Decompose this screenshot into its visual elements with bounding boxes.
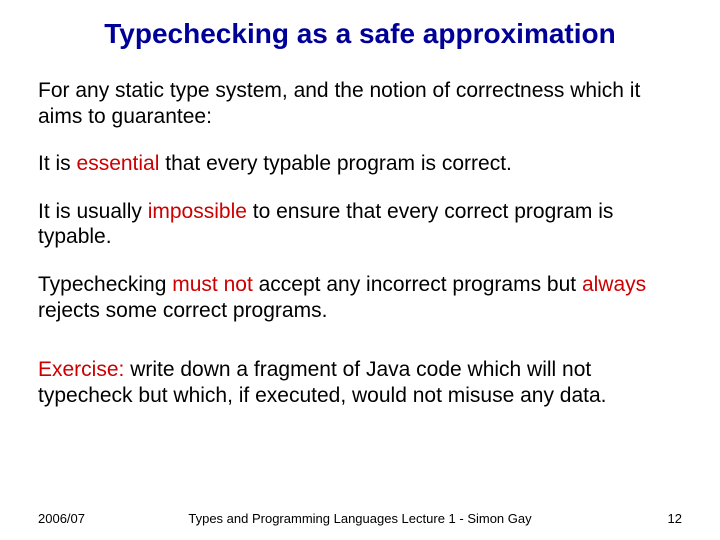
paragraph-essential: It is essential that every typable progr… [38, 151, 682, 177]
text: It is [38, 152, 77, 175]
footer-title: Types and Programming Languages Lecture … [38, 511, 682, 526]
emphasis-impossible: impossible [148, 200, 247, 223]
footer-page-number: 12 [668, 511, 682, 526]
text: Typechecking [38, 273, 172, 296]
slide-title: Typechecking as a safe approximation [0, 18, 720, 50]
text: rejects some correct programs. [38, 299, 327, 322]
text: It is usually [38, 200, 148, 223]
paragraph-mustnot: Typechecking must not accept any incorre… [38, 272, 682, 323]
slide: Typechecking as a safe approximation For… [0, 0, 720, 540]
paragraph-exercise: Exercise: write down a fragment of Java … [38, 357, 682, 408]
text: that every typable program is correct. [159, 152, 511, 175]
text: write down a fragment of Java code which… [38, 358, 607, 407]
emphasis-essential: essential [77, 152, 160, 175]
slide-body: For any static type system, and the noti… [38, 78, 682, 430]
text: For any static type system, and the noti… [38, 79, 640, 128]
emphasis-mustnot: must not [172, 273, 253, 296]
text: accept any incorrect programs but [253, 273, 582, 296]
emphasis-always: always [582, 273, 646, 296]
paragraph-intro: For any static type system, and the noti… [38, 78, 682, 129]
exercise-label: Exercise: [38, 358, 124, 381]
paragraph-impossible: It is usually impossible to ensure that … [38, 199, 682, 250]
